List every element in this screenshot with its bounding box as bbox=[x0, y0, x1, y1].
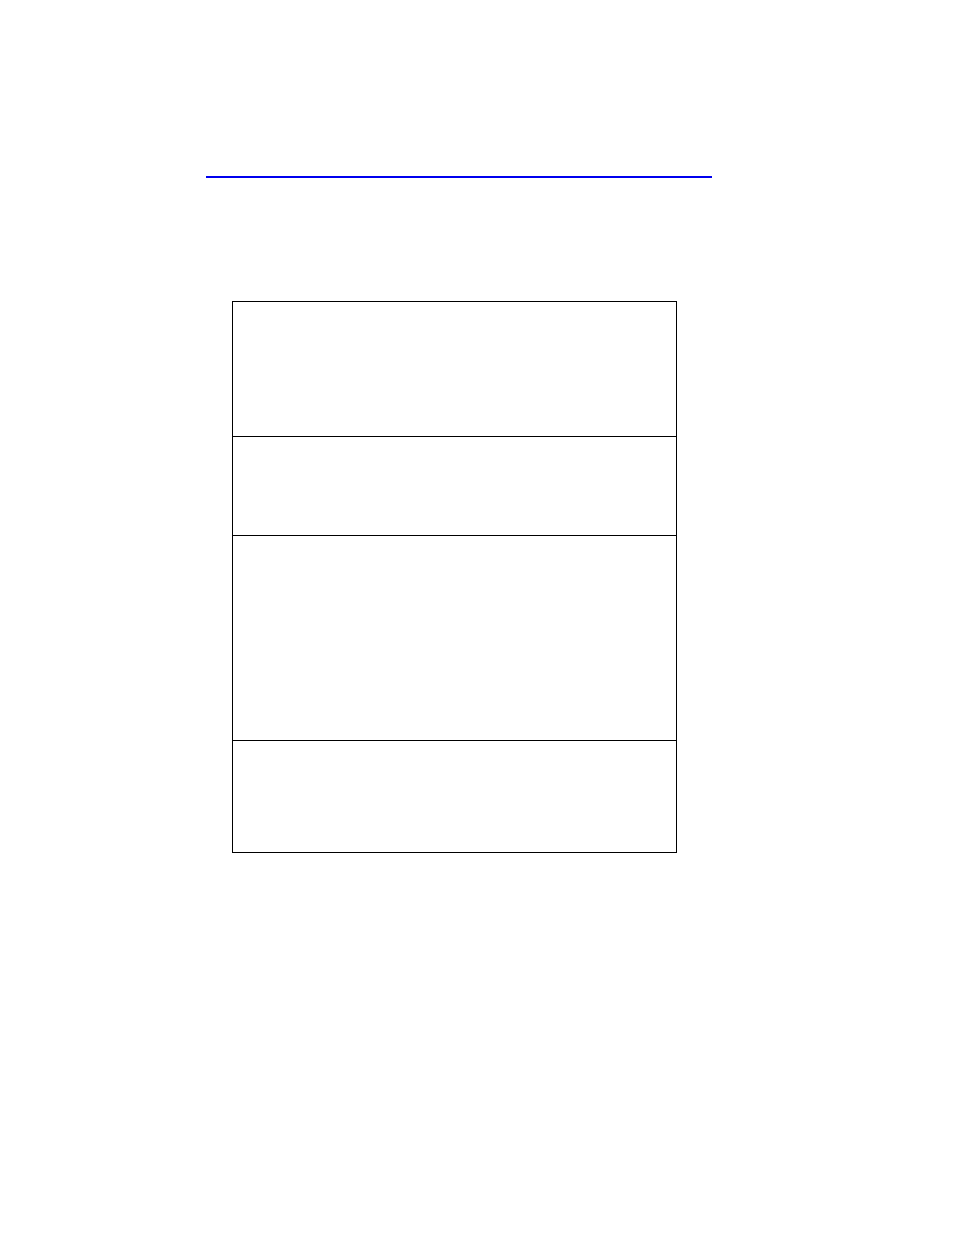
table-cell bbox=[233, 302, 677, 437]
table-row bbox=[233, 741, 677, 853]
table-row bbox=[233, 302, 677, 437]
page bbox=[0, 0, 954, 1235]
table-row bbox=[233, 437, 677, 536]
table-cell bbox=[233, 437, 677, 536]
layout-table bbox=[232, 301, 677, 853]
table-cell bbox=[233, 741, 677, 853]
table-cell bbox=[233, 536, 677, 741]
header-rule bbox=[206, 176, 712, 178]
table-row bbox=[233, 536, 677, 741]
